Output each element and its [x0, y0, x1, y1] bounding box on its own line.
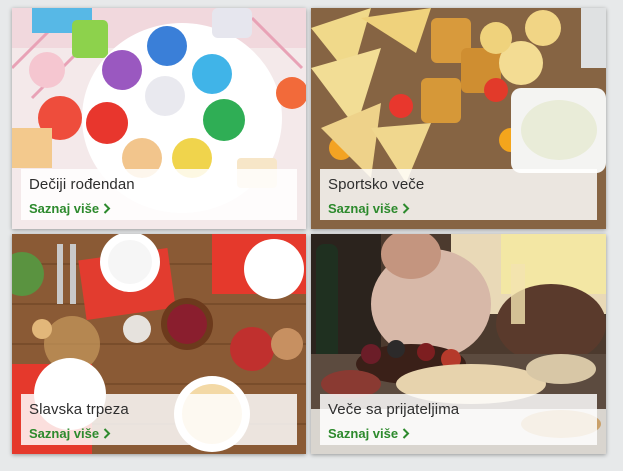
- learn-more-label: Saznaj više: [29, 201, 100, 216]
- category-card-festive-table[interactable]: Slavska trpeza Saznaj više: [12, 234, 306, 454]
- card-caption: Dečiji rođendan Saznaj više: [21, 169, 297, 220]
- category-grid: Dečiji rođendan Saznaj više Sportsko več…: [0, 0, 623, 471]
- chevron-right-icon: [402, 203, 410, 214]
- chevron-right-icon: [402, 428, 410, 439]
- card-title: Veče sa prijateljima: [328, 401, 460, 418]
- learn-more-label: Saznaj više: [328, 426, 399, 441]
- learn-more-label: Saznaj više: [29, 426, 100, 441]
- learn-more-label: Saznaj više: [328, 201, 399, 216]
- card-title: Sportsko veče: [328, 176, 425, 193]
- learn-more-link[interactable]: Saznaj više: [328, 201, 410, 216]
- category-card-friends-evening[interactable]: Veče sa prijateljima Saznaj više: [311, 234, 606, 454]
- category-card-birthday[interactable]: Dečiji rođendan Saznaj više: [12, 8, 306, 229]
- category-card-sports-night[interactable]: Sportsko veče Saznaj više: [311, 8, 606, 229]
- card-caption: Slavska trpeza Saznaj više: [21, 394, 297, 445]
- card-caption: Sportsko veče Saznaj više: [320, 169, 597, 220]
- chevron-right-icon: [103, 428, 111, 439]
- card-title: Slavska trpeza: [29, 401, 129, 418]
- card-caption: Veče sa prijateljima Saznaj više: [320, 394, 597, 445]
- card-title: Dečiji rođendan: [29, 176, 135, 193]
- learn-more-link[interactable]: Saznaj više: [29, 426, 111, 441]
- learn-more-link[interactable]: Saznaj više: [29, 201, 111, 216]
- chevron-right-icon: [103, 203, 111, 214]
- learn-more-link[interactable]: Saznaj više: [328, 426, 410, 441]
